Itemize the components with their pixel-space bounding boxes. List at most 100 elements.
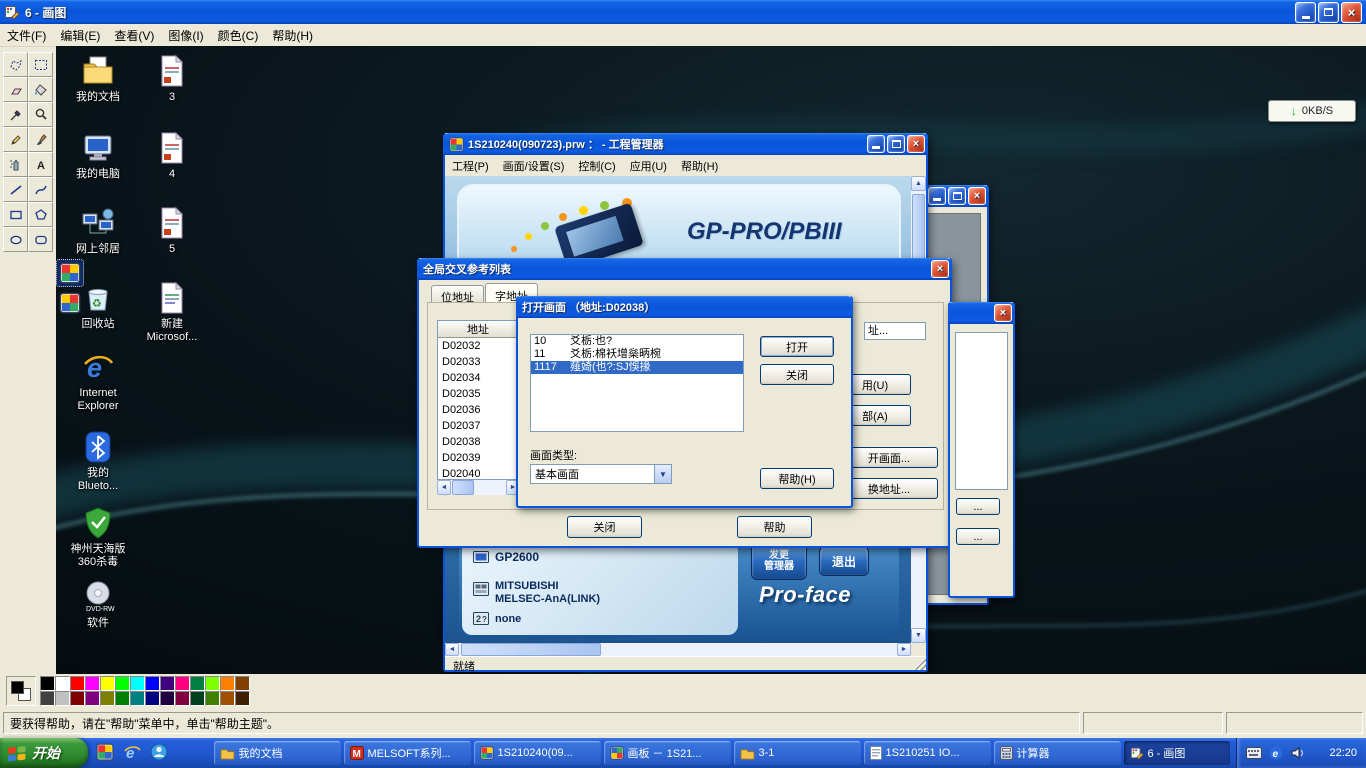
- color-swatch[interactable]: [40, 676, 55, 691]
- canvas-app-icon[interactable]: [57, 290, 83, 316]
- list-horizontal-scrollbar[interactable]: ◄ ►: [437, 480, 520, 495]
- color-swatch[interactable]: [55, 676, 70, 691]
- magnifier-tool[interactable]: [28, 102, 53, 127]
- quicklaunch-app-icon[interactable]: [96, 743, 114, 761]
- color-swatch[interactable]: [130, 676, 145, 691]
- screen-list-item[interactable]: 11爻栃:棉袄增橤昞椀: [531, 348, 743, 361]
- rounded-rectangle-tool[interactable]: [28, 227, 53, 252]
- close-button[interactable]: ×: [907, 135, 925, 153]
- color-swatch[interactable]: [40, 691, 55, 706]
- color-swatch[interactable]: [100, 691, 115, 706]
- fill-tool[interactable]: [28, 77, 53, 102]
- minimize-button[interactable]: [867, 135, 885, 153]
- color-swatch[interactable]: [190, 676, 205, 691]
- free-select-tool[interactable]: [3, 52, 28, 77]
- network-speed-widget[interactable]: ↓ 0KB/S: [1268, 100, 1356, 122]
- clock[interactable]: 22:20: [1329, 747, 1357, 759]
- taskbar-task-gp-project[interactable]: 1S210240(09...: [474, 741, 601, 765]
- color-swatch[interactable]: [85, 691, 100, 706]
- color-swatch[interactable]: [205, 691, 220, 706]
- chevron-down-icon[interactable]: ▼: [654, 465, 671, 483]
- minimize-button[interactable]: [928, 187, 946, 205]
- color-swatch[interactable]: [205, 676, 220, 691]
- color-swatch[interactable]: [145, 676, 160, 691]
- close-button[interactable]: ×: [994, 304, 1012, 322]
- close-button[interactable]: ×: [1341, 2, 1362, 23]
- address-row[interactable]: D02033: [438, 354, 519, 370]
- color-swatch[interactable]: [100, 676, 115, 691]
- input-method-icon[interactable]: [1246, 747, 1262, 759]
- rectangle-tool[interactable]: [3, 202, 28, 227]
- address-row[interactable]: D02035: [438, 386, 519, 402]
- minimize-button[interactable]: [1295, 2, 1316, 23]
- close-button[interactable]: ×: [968, 187, 986, 205]
- select-tool[interactable]: [28, 52, 53, 77]
- tray-browser-icon[interactable]: e: [1269, 746, 1283, 760]
- taskbar-task-my-documents[interactable]: 我的文档: [214, 741, 341, 765]
- menu-application[interactable]: 应用(U): [623, 156, 674, 176]
- close-button-dialog[interactable]: 关闭: [760, 364, 834, 385]
- taskbar-task-io-file[interactable]: 1S210251 IO...: [864, 741, 991, 765]
- screen-type-select[interactable]: 基本画面 ▼: [530, 464, 672, 484]
- menu-edit[interactable]: 编辑(E): [53, 25, 107, 46]
- desktop-icon-doc-4[interactable]: 4: [130, 131, 214, 181]
- brush-tool[interactable]: [28, 127, 53, 152]
- menu-colors[interactable]: 颜色(C): [211, 25, 266, 46]
- line-tool[interactable]: [3, 177, 28, 202]
- address-list[interactable]: 地址 D02032 D02033 D02034 D02035 D02036 D0…: [437, 320, 520, 480]
- scroll-down-icon[interactable]: ▼: [911, 628, 926, 643]
- address-row[interactable]: D02039: [438, 450, 519, 466]
- color-swatch[interactable]: [85, 676, 100, 691]
- address-row[interactable]: D02034: [438, 370, 519, 386]
- color-swatch[interactable]: [160, 691, 175, 706]
- desktop-icon-my-documents[interactable]: 我的文档: [56, 54, 140, 104]
- color-swatch[interactable]: [70, 691, 85, 706]
- color-swatch[interactable]: [190, 691, 205, 706]
- resize-grip[interactable]: [913, 657, 926, 670]
- cross-reference-titlebar[interactable]: 全局交叉参考列表 ×: [417, 258, 952, 280]
- horizontal-scrollbar[interactable]: ◄ ►: [445, 643, 911, 656]
- current-colors[interactable]: [6, 676, 36, 706]
- color-swatch[interactable]: [55, 691, 70, 706]
- address-row[interactable]: D02032: [438, 338, 519, 354]
- maximize-button[interactable]: [948, 187, 966, 205]
- exit-button[interactable]: 退出: [819, 546, 869, 576]
- address-row[interactable]: D02037: [438, 418, 519, 434]
- taskbar-task-folder-3-1[interactable]: 3-1: [734, 741, 861, 765]
- maximize-button[interactable]: [887, 135, 905, 153]
- eraser-tool[interactable]: [3, 77, 28, 102]
- open-screen-button[interactable]: 开画面...: [840, 447, 938, 468]
- menu-file[interactable]: 文件(F): [0, 25, 53, 46]
- desktop-icon-new-document[interactable]: 新建 Microsof...: [130, 281, 214, 344]
- menu-view[interactable]: 查看(V): [107, 25, 161, 46]
- color-swatch[interactable]: [220, 691, 235, 706]
- side-dialog-titlebar[interactable]: ×: [948, 302, 1015, 324]
- airbrush-tool[interactable]: [3, 152, 28, 177]
- close-button[interactable]: ×: [931, 260, 949, 278]
- address-field-fragment[interactable]: 址...: [864, 322, 926, 340]
- color-picker-tool[interactable]: [3, 102, 28, 127]
- quicklaunch-messenger-icon[interactable]: [150, 743, 168, 761]
- open-screen-titlebar[interactable]: 打开画面 （地址:D02038）: [516, 296, 853, 318]
- side-dialog-panel[interactable]: [955, 332, 1008, 490]
- menu-control[interactable]: 控制(C): [571, 156, 622, 176]
- scrollbar-thumb[interactable]: [452, 480, 474, 495]
- color-swatch[interactable]: [115, 691, 130, 706]
- start-button[interactable]: 开始: [0, 738, 88, 768]
- convert-address-button[interactable]: 换地址...: [840, 478, 938, 499]
- color-swatch[interactable]: [70, 676, 85, 691]
- canvas-app-icon-selected[interactable]: [57, 260, 83, 286]
- paint-titlebar[interactable]: 6 - 画图 ×: [0, 0, 1366, 24]
- curve-tool[interactable]: [28, 177, 53, 202]
- screen-list-item[interactable]: 10爻栃:也?: [531, 335, 743, 348]
- maximize-button[interactable]: [1318, 2, 1339, 23]
- desktop-icon-internet-explorer[interactable]: e Internet Explorer: [56, 350, 140, 413]
- address-row[interactable]: D02038: [438, 434, 519, 450]
- color-swatch[interactable]: [160, 676, 175, 691]
- paint-canvas[interactable]: 我的文档 我的电脑 网上邻居 ♻ 回收站 e Internet Explorer…: [56, 46, 1366, 674]
- open-button[interactable]: 打开: [760, 336, 834, 357]
- menu-help[interactable]: 帮助(H): [265, 25, 320, 46]
- taskbar-task-calculator[interactable]: 计算器: [994, 741, 1121, 765]
- menu-help[interactable]: 帮助(H): [674, 156, 725, 176]
- taskbar-task-melsoft[interactable]: M MELSOFT系列...: [344, 741, 471, 765]
